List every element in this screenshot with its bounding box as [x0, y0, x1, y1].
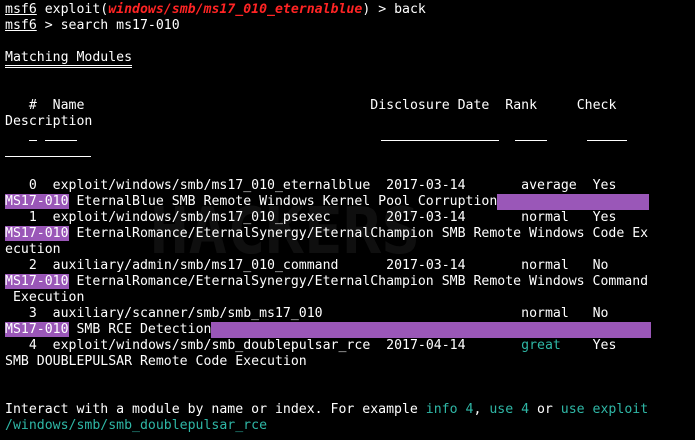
highlight-bar — [497, 194, 650, 210]
header-name: Name — [52, 98, 85, 113]
footer-or: or — [529, 402, 561, 417]
table-row[interactable]: 2 auxiliary/admin/smb/ms17_010_command 2… — [5, 258, 695, 274]
sep-name — [45, 130, 77, 141]
footer-hint: Interact with a module by name or index.… — [5, 402, 695, 418]
highlight-bar — [211, 322, 652, 338]
table-row[interactable]: 3 auxiliary/scanner/smb/smb_ms17_010 nor… — [5, 306, 695, 322]
header-check: Check — [576, 98, 617, 113]
row-check: Yes — [592, 338, 617, 353]
desc-separator — [5, 146, 695, 162]
terminal-window[interactable]: HACKERS msf6 exploit(windows/smb/ms17_01… — [0, 0, 695, 440]
sep-rank — [515, 130, 547, 141]
search-highlight: MS17-010 — [5, 194, 69, 209]
row-description-cont: Execution — [5, 290, 695, 306]
row-description: MS17-010 EternalRomance/EternalSynergy/E… — [5, 226, 695, 242]
row-description-text: EternalRomance/EternalSynergy/EternalCha… — [68, 226, 649, 241]
section-title: Matching Modules — [5, 50, 695, 68]
header-rank: Rank — [505, 98, 538, 113]
row-name: auxiliary/admin/smb/ms17_010_command — [52, 258, 339, 273]
row-num: 4 — [28, 338, 37, 353]
header-date: Disclosure Date — [370, 98, 490, 113]
prompt-name: msf6 — [5, 18, 37, 33]
prompt-exploit-prefix: exploit( — [36, 2, 109, 17]
header-separator — [5, 130, 695, 146]
footer-info-cmd: info 4 — [425, 402, 474, 417]
sep-check — [587, 130, 627, 141]
row-rank: normal — [521, 210, 569, 225]
row-num: 2 — [28, 258, 37, 273]
search-highlight: MS17-010 — [5, 274, 69, 289]
row-description-text: ecution — [5, 242, 61, 257]
row-name: exploit/windows/smb/smb_doublepulsar_rce — [52, 338, 371, 353]
row-check: No — [592, 306, 609, 321]
prompt-suffix: ) > — [362, 2, 395, 17]
sep-description — [5, 146, 91, 157]
footer-text: Interact with a module by name or index.… — [5, 402, 426, 417]
table-header-description: Description — [5, 114, 695, 130]
row-description: MS17-010 SMB RCE Detection — [5, 322, 695, 338]
table-header: # Name Disclosure Date Rank Check — [5, 98, 695, 114]
row-date: 2017-04-14 — [386, 338, 466, 353]
row-num: 0 — [28, 178, 37, 193]
row-description: SMB DOUBLEPULSAR Remote Code Execution — [5, 354, 695, 370]
row-description-text: EternalBlue SMB Remote Windows Kernel Po… — [68, 194, 498, 209]
row-check: Yes — [592, 178, 617, 193]
table-row[interactable]: 4 exploit/windows/smb/smb_doublepulsar_r… — [5, 338, 695, 354]
row-description: MS17-010 EternalBlue SMB Remote Windows … — [5, 194, 695, 210]
command-back: back — [394, 2, 426, 17]
row-num: 1 — [28, 210, 37, 225]
row-rank: great — [521, 338, 561, 353]
footer-use-exploit-cmd: use exploit — [560, 402, 649, 417]
row-description-cont: ecution — [5, 242, 695, 258]
table-row[interactable]: 1 exploit/windows/smb/ms17_010_psexec 20… — [5, 210, 695, 226]
prompt-module: windows/smb/ms17_010_eternalblue — [108, 2, 363, 17]
footer-hint-cont: /windows/smb/smb_doublepulsar_rce — [5, 418, 695, 434]
row-date: 2017-03-14 — [386, 258, 466, 273]
sep-date — [381, 130, 499, 141]
row-name: exploit/windows/smb/ms17_010_eternalblue — [52, 178, 371, 193]
footer-path: /windows/smb/smb_doublepulsar_rce — [5, 418, 268, 433]
row-description-text: SMB DOUBLEPULSAR Remote Code Execution — [5, 354, 307, 369]
prompt-line-search: msf6 > search ms17-010 — [5, 18, 695, 34]
search-highlight: MS17-010 — [5, 226, 69, 241]
row-rank: normal — [521, 306, 569, 321]
row-description-text: SMB RCE Detection — [68, 322, 212, 337]
row-description: MS17-010 EternalRomance/EternalSynergy/E… — [5, 274, 695, 290]
row-check: No — [592, 258, 609, 273]
row-date: 2017-03-14 — [386, 178, 466, 193]
table-row[interactable]: 0 exploit/windows/smb/ms17_010_eternalbl… — [5, 178, 695, 194]
row-name: auxiliary/scanner/smb/smb_ms17_010 — [52, 306, 323, 321]
search-highlight: MS17-010 — [5, 322, 69, 337]
header-num: # — [28, 98, 37, 113]
row-check: Yes — [592, 210, 617, 225]
row-num: 3 — [28, 306, 37, 321]
row-name: exploit/windows/smb/ms17_010_psexec — [52, 210, 331, 225]
prompt-name: msf6 — [5, 2, 37, 17]
prompt-line-back: msf6 exploit(windows/smb/ms17_010_eterna… — [5, 2, 695, 18]
row-rank: average — [521, 178, 577, 193]
footer-use-cmd: use 4 — [489, 402, 530, 417]
sep-num — [29, 130, 37, 141]
row-description-text: EternalRomance/EternalSynergy/EternalCha… — [68, 274, 649, 289]
header-description: Description — [5, 114, 93, 129]
row-rank: normal — [521, 258, 569, 273]
footer-comma: , — [473, 402, 490, 417]
row-description-text: Execution — [5, 290, 85, 305]
command-search: > search ms17-010 — [36, 18, 180, 33]
row-date: 2017-03-14 — [386, 210, 466, 225]
